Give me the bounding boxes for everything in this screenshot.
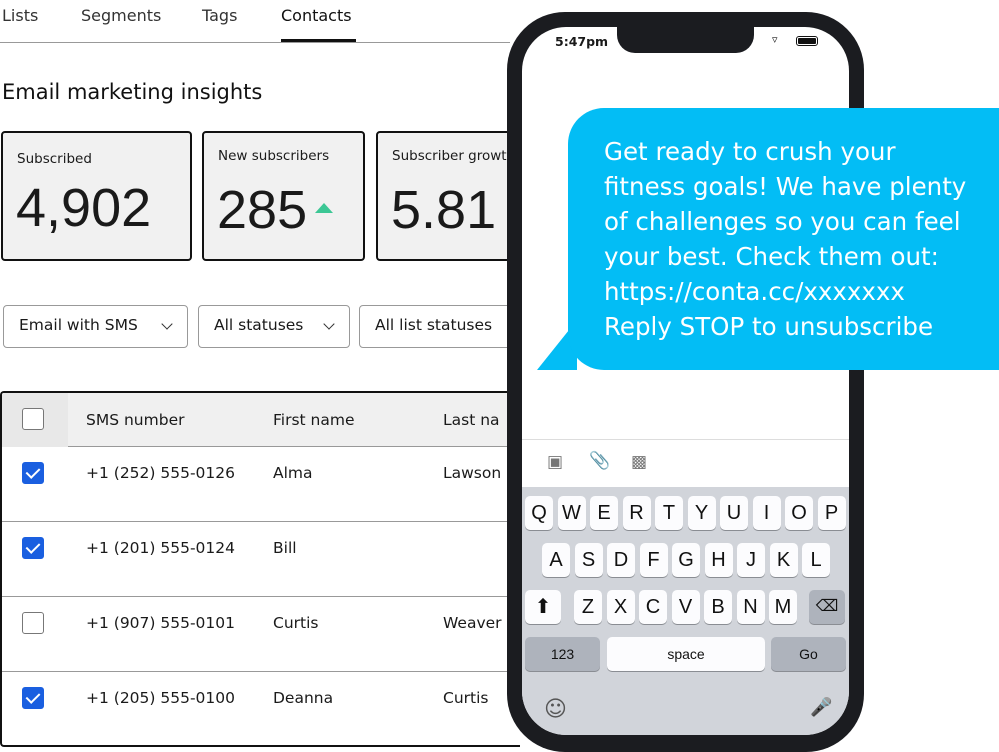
cell-last-name: Curtis (443, 689, 489, 707)
card-label: New subscribers (218, 148, 330, 164)
battery-icon (796, 36, 818, 46)
filter-channel-dropdown[interactable]: Email with SMS (3, 305, 188, 348)
key-e[interactable]: E (590, 496, 618, 530)
select-all-checkbox[interactable] (22, 408, 44, 430)
key-y[interactable]: Y (687, 496, 716, 530)
table-row[interactable]: +1 (205) 555-0100 Deanna Curtis (2, 672, 520, 745)
header-first-name[interactable]: First name (273, 411, 355, 429)
filter-label: Email with SMS (19, 316, 138, 334)
space-key[interactable]: space (607, 637, 765, 671)
row-checkbox[interactable] (22, 462, 44, 484)
key-l[interactable]: L (802, 543, 830, 577)
card-new-subscribers: New subscribers 285 (202, 131, 365, 261)
key-k[interactable]: K (769, 543, 798, 577)
cell-last-name: Lawson (443, 464, 502, 482)
key-w[interactable]: W (557, 496, 586, 530)
key-v[interactable]: V (671, 590, 700, 624)
wifi-icon: ▿ (772, 33, 778, 46)
keyboard: ⬆ ⌫ 123 space Go ☺ 🎤 QWERTYUIOP ASDFGHJKL… (522, 487, 849, 735)
header-sms-number[interactable]: SMS number (86, 411, 184, 429)
card-value: 285 (217, 180, 308, 240)
key-s[interactable]: S (574, 543, 603, 577)
key-x[interactable]: X (606, 590, 635, 624)
message-line: Reply STOP to unsubscribe (604, 312, 934, 341)
key-o[interactable]: O (785, 496, 813, 530)
chart-icon[interactable]: ▩ (631, 452, 647, 472)
tab-lists[interactable]: Lists (2, 6, 38, 25)
image-icon[interactable]: ▣ (547, 452, 563, 472)
cell-first-name: Deanna (273, 689, 334, 707)
page-title: Email marketing insights (2, 80, 263, 104)
key-h[interactable]: H (704, 543, 733, 577)
trend-up-icon (315, 202, 334, 213)
active-tab-indicator (281, 39, 356, 42)
key-u[interactable]: U (720, 496, 748, 530)
key-q[interactable]: Q (525, 496, 553, 530)
key-g[interactable]: G (672, 543, 700, 577)
phone-notch (617, 27, 754, 53)
message-line: Get ready to crush your (604, 137, 896, 166)
card-subscribed: Subscribed 4,902 (1, 131, 192, 261)
message-line: your best. Check them out: (604, 242, 939, 271)
key-f[interactable]: F (639, 543, 668, 577)
card-value: 4,902 (16, 178, 152, 238)
message-line: fitness goals! We have plenty (604, 172, 967, 201)
key-b[interactable]: B (704, 590, 732, 624)
cell-sms-number: +1 (205) 555-0100 (86, 689, 236, 707)
row-checkbox[interactable] (22, 612, 44, 634)
cell-sms-number: +1 (201) 555-0124 (86, 539, 236, 557)
tab-tags[interactable]: Tags (202, 6, 237, 25)
key-i[interactable]: I (752, 496, 781, 530)
filter-label: All list statuses (375, 316, 493, 334)
go-key[interactable]: Go (771, 637, 846, 671)
cell-last-name: Weaver (443, 614, 502, 632)
chevron-down-icon (323, 318, 335, 330)
tab-segments[interactable]: Segments (81, 6, 161, 25)
numbers-key[interactable]: 123 (525, 637, 600, 671)
key-t[interactable]: T (655, 496, 683, 530)
contacts-table: SMS number First name Last na +1 (252) 5… (0, 391, 520, 747)
message-line: https://conta.cc/xxxxxxx (604, 277, 905, 306)
table-header: SMS number First name Last na (2, 393, 520, 447)
row-checkbox[interactable] (22, 537, 44, 559)
key-a[interactable]: A (542, 543, 570, 577)
filter-status-dropdown[interactable]: All statuses (198, 305, 350, 348)
backspace-key[interactable]: ⌫ (809, 590, 845, 624)
key-p[interactable]: P (817, 496, 846, 530)
cell-sms-number: +1 (252) 555-0126 (86, 464, 236, 482)
shift-key[interactable]: ⬆ (525, 590, 561, 624)
key-z[interactable]: Z (574, 590, 602, 624)
header-last-name[interactable]: Last na (443, 411, 500, 429)
key-c[interactable]: C (639, 590, 667, 624)
filter-label: All statuses (214, 316, 304, 334)
sms-message-bubble: Get ready to crush your fitness goals! We… (568, 108, 999, 370)
message-line: of challenges so you can feel (604, 207, 961, 236)
key-j[interactable]: J (737, 543, 765, 577)
table-row[interactable]: +1 (907) 555-0101 Curtis Weaver (2, 597, 520, 672)
tab-divider (0, 42, 510, 43)
card-value-wrap: 285 (217, 179, 334, 241)
table-row[interactable]: +1 (252) 555-0126 Alma Lawson (2, 447, 520, 522)
cell-first-name: Curtis (273, 614, 319, 632)
chevron-down-icon (161, 318, 173, 330)
microphone-icon[interactable]: 🎤 (810, 697, 832, 718)
key-m[interactable]: M (769, 590, 797, 624)
card-label: Subscriber growt (392, 148, 507, 164)
status-time: 5:47pm (555, 34, 609, 49)
cell-first-name: Bill (273, 539, 297, 557)
tab-contacts[interactable]: Contacts (281, 6, 352, 25)
row-checkbox[interactable] (22, 687, 44, 709)
cell-sms-number: +1 (907) 555-0101 (86, 614, 236, 632)
key-r[interactable]: R (622, 496, 651, 530)
cell-first-name: Alma (273, 464, 313, 482)
attachment-icon[interactable]: 📎 (589, 451, 610, 471)
card-value: 5.81 (391, 180, 497, 240)
key-n[interactable]: N (736, 590, 765, 624)
emoji-icon[interactable]: ☺ (544, 697, 567, 722)
composer-divider (522, 439, 849, 440)
card-label: Subscribed (17, 151, 92, 167)
table-row[interactable]: +1 (201) 555-0124 Bill (2, 522, 520, 597)
key-d[interactable]: D (607, 543, 635, 577)
